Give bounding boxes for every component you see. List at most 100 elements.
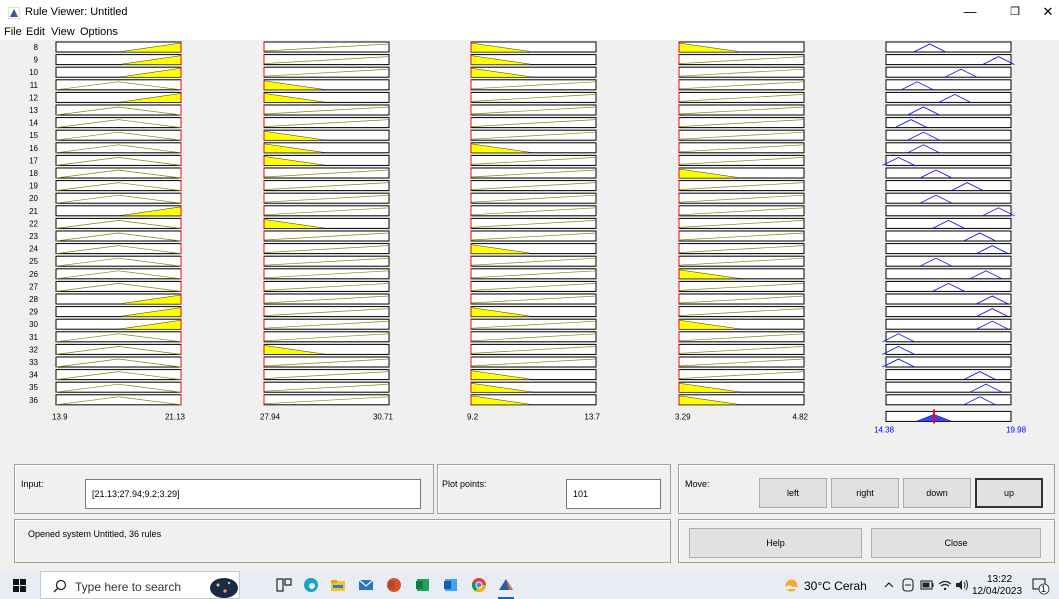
meet-now-icon[interactable]	[902, 578, 914, 592]
mf-box	[55, 331, 182, 343]
output-mf-box	[885, 318, 1012, 330]
mf-box	[55, 192, 182, 204]
mf-box	[55, 230, 182, 242]
taskbar-search-box[interactable]: Type here to search	[40, 571, 240, 599]
battery-icon[interactable]	[920, 579, 934, 591]
mf-box	[470, 280, 597, 292]
plot-points-label: Plot points:	[442, 479, 487, 489]
mf-box	[263, 243, 390, 255]
matlab-icon	[8, 7, 20, 19]
rule-number: 36	[29, 396, 38, 405]
mf-box	[263, 394, 390, 406]
clock-time[interactable]: 13:22	[987, 574, 1012, 585]
mf-box	[263, 381, 390, 393]
mf-box	[55, 394, 182, 406]
mf-box	[470, 180, 597, 192]
mf-box	[263, 104, 390, 116]
mf-box	[678, 192, 805, 204]
word-icon[interactable]	[443, 577, 459, 593]
mf-box	[678, 91, 805, 103]
mf-box	[678, 129, 805, 141]
mf-box	[263, 167, 390, 179]
menu-options[interactable]: Options	[80, 26, 118, 38]
mf-box	[263, 205, 390, 217]
input-field[interactable]: [21.13;27.94;9.2;3.29]	[85, 479, 421, 509]
mf-box	[678, 217, 805, 229]
notification-count: 1	[1041, 584, 1047, 594]
mf-box	[678, 54, 805, 66]
file-explorer-icon[interactable]	[330, 577, 346, 593]
mf-box	[678, 293, 805, 305]
mf-box	[678, 117, 805, 129]
mf-box	[470, 331, 597, 343]
input-range-max: 4.82	[792, 412, 808, 421]
search-highlight-icon	[210, 578, 238, 598]
rule-number: 29	[29, 308, 38, 317]
mf-box	[263, 268, 390, 280]
chrome-icon[interactable]	[471, 577, 487, 593]
help-close-panel: Help Close	[678, 519, 1055, 563]
weather-text[interactable]: 30°C Cerah	[804, 579, 867, 593]
wifi-icon[interactable]	[938, 579, 952, 591]
mf-box	[678, 356, 805, 368]
mf-box	[470, 343, 597, 355]
menu-file[interactable]: File	[4, 26, 22, 38]
rule-number: 26	[29, 270, 38, 279]
right-button[interactable]: right	[831, 478, 899, 508]
up-button[interactable]: up	[975, 478, 1043, 508]
rule-number: 16	[29, 144, 38, 153]
task-view-icon[interactable]	[276, 577, 292, 593]
output-mf-box	[885, 142, 1012, 154]
menu-view[interactable]: View	[51, 26, 75, 38]
chevron-up-icon[interactable]	[884, 580, 894, 590]
rule-number: 11	[30, 81, 39, 90]
mf-box	[470, 217, 597, 229]
close-window-button[interactable]: ✕	[1026, 0, 1059, 24]
mf-box	[470, 104, 597, 116]
mf-box	[55, 129, 182, 141]
mf-box	[263, 293, 390, 305]
minimize-button[interactable]: —	[948, 0, 992, 24]
mail-icon[interactable]	[358, 577, 374, 593]
input-range-max: 30.71	[373, 412, 394, 421]
mf-box	[263, 280, 390, 292]
taskbar: Type here to search 30°C Cerah 13:22 12/…	[0, 571, 1059, 599]
mf-box	[263, 369, 390, 381]
input-panel: Input: [21.13;27.94;9.2;3.29]	[14, 464, 434, 514]
mf-box	[678, 180, 805, 192]
excel-icon[interactable]	[415, 577, 431, 593]
mf-box	[263, 331, 390, 343]
weather-sun-icon	[785, 579, 798, 592]
mf-box	[678, 306, 805, 318]
mf-box	[470, 318, 597, 330]
plot-points-field[interactable]: 101	[566, 479, 661, 509]
output-mf-box	[885, 180, 1012, 192]
matlab-taskbar-icon[interactable]	[498, 577, 514, 593]
mf-box	[470, 79, 597, 91]
left-button[interactable]: left	[759, 478, 827, 508]
volume-icon[interactable]	[955, 579, 969, 591]
close-button[interactable]: Close	[871, 528, 1041, 558]
mf-box	[263, 117, 390, 129]
clock-date[interactable]: 12/04/2023	[972, 586, 1022, 597]
move-label: Move:	[685, 479, 710, 489]
menu-edit[interactable]: Edit	[26, 26, 45, 38]
rule-number: 21	[29, 207, 38, 216]
mf-box	[263, 66, 390, 78]
output-mf-box	[885, 104, 1012, 116]
windows-start-icon[interactable]	[13, 579, 26, 592]
rule-number: 23	[29, 232, 38, 241]
rule-number: 14	[29, 119, 38, 128]
down-button[interactable]: down	[903, 478, 971, 508]
search-icon	[53, 579, 67, 593]
rule-number: 24	[29, 245, 38, 254]
output-range-min: 14.38	[874, 425, 895, 434]
rule-number: 17	[29, 156, 38, 165]
mf-box	[470, 117, 597, 129]
window-title: Rule Viewer: Untitled	[25, 6, 128, 18]
powerpoint-icon[interactable]	[386, 577, 402, 593]
status-panel: Opened system Untitled, 36 rules	[14, 519, 671, 563]
rule-plot-svg: 8 9 10 11 12 13 14 15 16 17 18 19 20 21 22 23 24 25 26 27 28…	[29, 41, 1027, 434]
help-button[interactable]: Help	[689, 528, 862, 558]
edge-icon[interactable]	[303, 577, 319, 593]
